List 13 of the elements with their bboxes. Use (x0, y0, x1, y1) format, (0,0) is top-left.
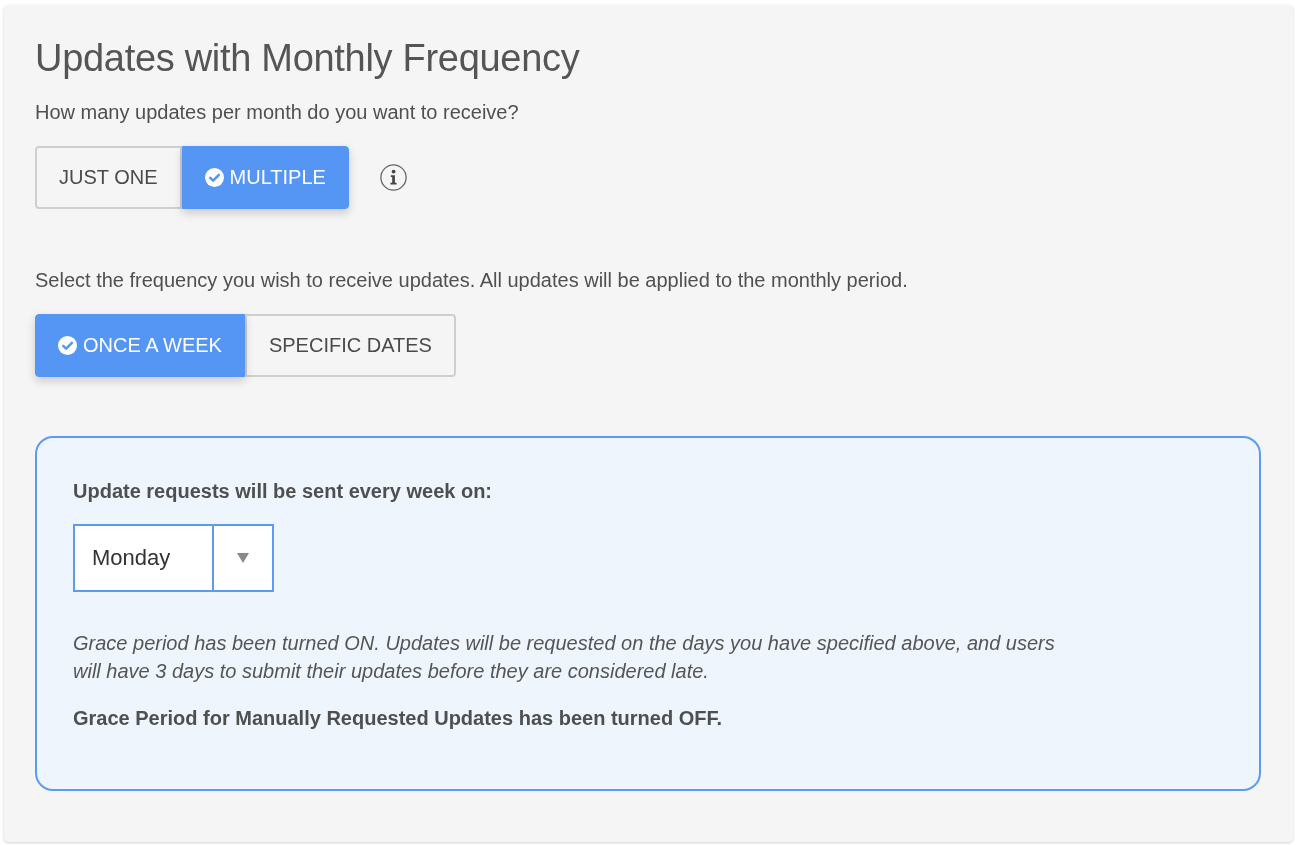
info-icon[interactable] (379, 164, 407, 191)
panel-label: Update requests will be sent every week on: (73, 479, 494, 504)
question-text: How many updates per month do you want to receive? (35, 100, 520, 125)
day-select[interactable]: Monday (73, 524, 274, 592)
option-button[interactable]: SPECIFIC DATES (244, 314, 456, 377)
caret-icon (237, 553, 249, 563)
check-circle-icon (204, 168, 224, 187)
grace-note: Grace period has been turned ON. Updates will be requested on the days you have specified above, and users will have 3 days to submit their updates before they are considered late. (73, 631, 1056, 684)
option-button[interactable]: JUST ONE (35, 146, 182, 209)
section-title: Updates with Monthly Frequency (35, 36, 581, 81)
manual-grace-note: Grace Period for Manually Requested Updates has been turned OFF. (73, 706, 724, 731)
check-circle-icon (58, 336, 77, 355)
question-text: Select the frequency you wish to receive updates. All updates will be applied to the monthly period. (35, 268, 909, 293)
